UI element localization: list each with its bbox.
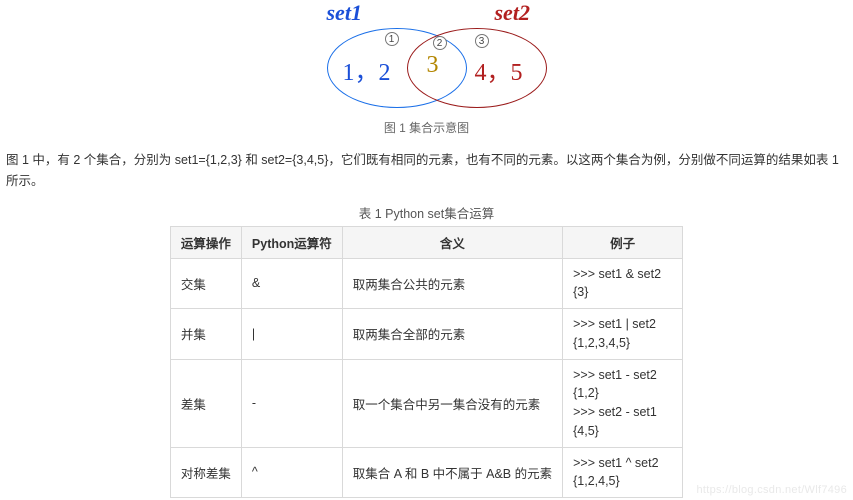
cell-example: >>> set1 & set2{3} [563,258,683,309]
cell-meaning: 取两集合公共的元素 [342,258,562,309]
venn-diagram-container: set1 set2 1 2 3 1，2 3 4，5 图 1 集合示意图 [0,0,853,136]
header-example: 例子 [563,226,683,258]
table-caption: 表 1 Python set集合运算 [0,203,853,222]
operations-table: 运算操作 Python运算符 含义 例子 交集 & 取两集合公共的元素 >>> … [170,226,683,499]
cell-operator: - [241,359,342,447]
set1-label: set1 [327,0,362,26]
set1-only-values: 1，2 [343,52,391,87]
set2-label: set2 [495,0,530,26]
header-operator: Python运算符 [241,226,342,258]
cell-meaning: 取集合 A 和 B 中不属于 A&B 的元素 [342,447,562,498]
cell-operation: 并集 [170,309,241,360]
watermark-text: https://blog.csdn.net/Wlf7496 [696,484,847,496]
venn-diagram: set1 set2 1 2 3 1，2 3 4，5 [277,4,577,114]
header-meaning: 含义 [342,226,562,258]
table-row: 对称差集 ^ 取集合 A 和 B 中不属于 A&B 的元素 >>> set1 ^… [170,447,682,498]
description-text: 图 1 中，有 2 个集合，分别为 set1={1,2,3} 和 set2={3… [6,150,847,193]
table-row: 交集 & 取两集合公共的元素 >>> set1 & set2{3} [170,258,682,309]
set2-only-values: 4，5 [475,52,523,87]
table-row: 并集 | 取两集合全部的元素 >>> set1 | set2{1,2,3,4,5… [170,309,682,360]
cell-example: >>> set1 - set2{1,2}>>> set2 - set1{4,5} [563,359,683,447]
intersection-values: 3 [427,52,439,79]
table-row: 差集 - 取一个集合中另一集合没有的元素 >>> set1 - set2{1,2… [170,359,682,447]
cell-example: >>> set1 | set2{1,2,3,4,5} [563,309,683,360]
header-operation: 运算操作 [170,226,241,258]
cell-operator: & [241,258,342,309]
region-marker-3: 3 [475,34,489,48]
cell-operator: ^ [241,447,342,498]
cell-example: >>> set1 ^ set2{1,2,4,5} [563,447,683,498]
cell-operation: 差集 [170,359,241,447]
region-marker-2: 2 [433,36,447,50]
cell-operation: 交集 [170,258,241,309]
cell-meaning: 取一个集合中另一集合没有的元素 [342,359,562,447]
cell-meaning: 取两集合全部的元素 [342,309,562,360]
cell-operator: | [241,309,342,360]
cell-operation: 对称差集 [170,447,241,498]
region-marker-1: 1 [385,32,399,46]
table-header-row: 运算操作 Python运算符 含义 例子 [170,226,682,258]
figure-caption: 图 1 集合示意图 [0,119,853,136]
